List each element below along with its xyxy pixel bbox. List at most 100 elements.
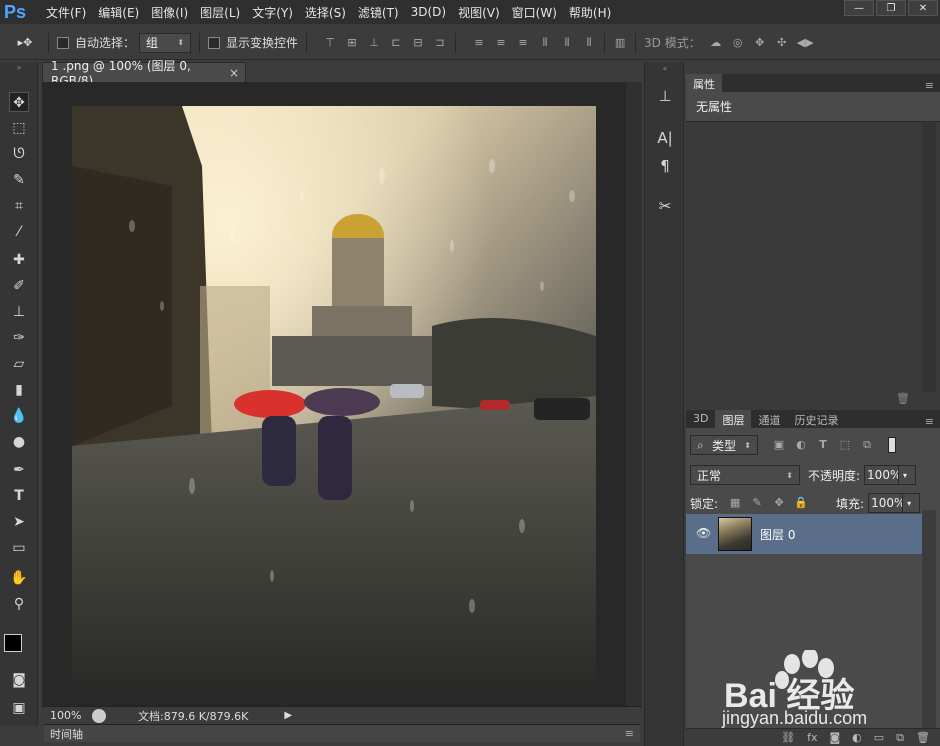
align-left-icon[interactable]: ⊏ — [389, 36, 403, 50]
close-document-icon[interactable]: × — [229, 66, 239, 80]
fill-input[interactable]: 100% — [868, 493, 905, 513]
panel-menu-icon[interactable]: ≡ — [625, 727, 634, 740]
menu-layer[interactable]: 图层(L) — [194, 4, 246, 21]
menu-filter[interactable]: 滤镜(T) — [352, 4, 405, 21]
quick-mask-icon[interactable]: ◙ — [9, 670, 29, 690]
marquee-tool-icon[interactable]: ⬚ — [9, 118, 29, 138]
paragraph-panel-icon[interactable]: ¶ — [655, 156, 675, 176]
filter-shape-icon[interactable]: ⬚ — [838, 438, 852, 452]
auto-align-icon[interactable]: ▥ — [613, 36, 627, 50]
minimize-button[interactable]: — — [844, 0, 874, 16]
panel-collapse-icon[interactable]: » — [9, 64, 29, 72]
tool-presets-icon[interactable]: ⊥ — [655, 86, 675, 106]
hand-tool-icon[interactable]: ✋ — [9, 568, 29, 588]
auto-select-dropdown[interactable]: 组 ⬍ — [139, 32, 192, 53]
new-layer-icon[interactable]: ⧉ — [896, 731, 904, 745]
3d-roll-icon[interactable]: ◎ — [731, 36, 745, 50]
crop-tool-icon[interactable]: ⌗ — [9, 196, 29, 216]
distribute-hcenter-icon[interactable]: ⦀ — [560, 36, 574, 50]
lasso-tool-icon[interactable]: ᘎ — [9, 144, 29, 164]
show-transform-checkbox[interactable] — [208, 36, 221, 49]
link-layers-icon[interactable]: ⛓ — [781, 731, 795, 744]
healing-brush-tool-icon[interactable]: ✚ — [9, 250, 29, 270]
move-tool-icon[interactable]: ✥ — [9, 92, 29, 112]
layer-name[interactable]: 图层 0 — [760, 526, 795, 543]
quick-select-tool-icon[interactable]: ✎ — [9, 170, 29, 190]
3d-slide-icon[interactable]: ✣ — [775, 36, 789, 50]
adjustment-layer-icon[interactable]: ◐ — [852, 731, 862, 744]
menu-file[interactable]: 文件(F) — [40, 4, 92, 21]
filter-type-icon[interactable]: T — [816, 438, 830, 452]
lock-position-icon[interactable]: ✥ — [772, 496, 786, 510]
tab-history[interactable]: 历史记录 — [787, 410, 845, 428]
menu-edit[interactable]: 编辑(E) — [92, 4, 145, 21]
rainy-street-photo[interactable] — [72, 106, 596, 680]
layer-filter-dropdown[interactable]: ⌕ 类型 ⬍ — [690, 435, 758, 455]
menu-select[interactable]: 选择(S) — [299, 4, 352, 21]
3d-scale-icon[interactable]: ◀▶ — [797, 36, 814, 50]
document-tab[interactable]: 1 .png @ 100% (图层 0, RGB/8) × — [42, 59, 246, 88]
fill-dropdown-button[interactable]: ▾ — [902, 493, 921, 513]
brush-tool-icon[interactable]: ✐ — [9, 276, 29, 296]
lock-transparent-icon[interactable]: ▦ — [728, 496, 742, 510]
zoom-level[interactable]: 100% — [42, 709, 88, 722]
layers-scrollbar[interactable] — [922, 510, 936, 728]
move-tool-preset-icon[interactable]: ▸✥ — [10, 36, 40, 50]
vertical-scrollbar[interactable] — [626, 82, 642, 706]
menu-window[interactable]: 窗口(W) — [506, 4, 563, 21]
type-tool-icon[interactable]: T — [9, 486, 29, 506]
menu-image[interactable]: 图像(I) — [145, 4, 194, 21]
gradient-tool-icon[interactable]: ▮ — [9, 380, 29, 400]
history-brush-tool-icon[interactable]: ✑ — [9, 328, 29, 348]
properties-scrollbar[interactable] — [922, 122, 936, 392]
blur-tool-icon[interactable]: 💧 — [9, 406, 29, 426]
maximize-button[interactable]: ❐ — [876, 0, 906, 16]
lock-all-icon[interactable]: 🔒 — [794, 496, 808, 510]
tab-channels[interactable]: 通道 — [751, 410, 787, 428]
align-right-icon[interactable]: ⊐ — [433, 36, 447, 50]
align-bottom-icon[interactable]: ⊥ — [367, 36, 381, 50]
fx-icon[interactable]: fx — [807, 731, 817, 744]
rectangle-tool-icon[interactable]: ▭ — [9, 538, 29, 558]
menu-view[interactable]: 视图(V) — [452, 4, 506, 21]
foreground-color-swatch[interactable] — [4, 634, 22, 652]
tools-panel-icon[interactable]: ✂ — [655, 196, 675, 216]
tab-3d[interactable]: 3D — [686, 410, 715, 428]
distribute-vcenter-icon[interactable]: ≡ — [494, 36, 508, 50]
3d-rotate-icon[interactable]: ☁ — [709, 36, 723, 50]
add-mask-icon[interactable]: ◙ — [829, 731, 840, 744]
eyedropper-tool-icon[interactable]: ⁄ — [9, 222, 29, 242]
lock-pixels-icon[interactable]: ✎ — [750, 496, 764, 510]
blend-mode-dropdown[interactable]: 正常 ⬍ — [690, 465, 800, 485]
delete-layer-icon[interactable]: 🗑 — [916, 731, 930, 744]
timeline-panel[interactable]: 时间轴 ≡ — [44, 724, 640, 742]
status-menu-icon[interactable] — [92, 708, 106, 723]
dodge-tool-icon[interactable]: ● — [9, 432, 29, 452]
menu-help[interactable]: 帮助(H) — [563, 4, 617, 21]
filter-adjustment-icon[interactable]: ◐ — [794, 438, 808, 452]
properties-trash-icon[interactable]: 🗑 — [896, 392, 910, 405]
properties-menu-icon[interactable]: ≡ — [925, 79, 934, 92]
filter-toggle[interactable] — [888, 437, 896, 453]
close-button[interactable]: ✕ — [908, 0, 938, 16]
distribute-right-icon[interactable]: ⦀ — [582, 36, 596, 50]
eraser-tool-icon[interactable]: ▱ — [9, 354, 29, 374]
align-hcenter-icon[interactable]: ⊟ — [411, 36, 425, 50]
align-vcenter-icon[interactable]: ⊞ — [345, 36, 359, 50]
distribute-bottom-icon[interactable]: ≡ — [516, 36, 530, 50]
filter-pixel-icon[interactable]: ▣ — [772, 438, 786, 452]
layers-menu-icon[interactable]: ≡ — [925, 415, 934, 428]
filter-smart-object-icon[interactable]: ⧉ — [860, 438, 874, 452]
status-expand-icon[interactable]: ▶ — [284, 710, 292, 721]
distribute-top-icon[interactable]: ≡ — [472, 36, 486, 50]
pen-tool-icon[interactable]: ✒ — [9, 460, 29, 480]
menu-type[interactable]: 文字(Y) — [246, 4, 299, 21]
new-group-icon[interactable]: ▭ — [874, 731, 884, 744]
opacity-input[interactable]: 100% — [864, 465, 901, 485]
3d-pan-icon[interactable]: ✥ — [753, 36, 767, 50]
opacity-dropdown-button[interactable]: ▾ — [898, 465, 917, 485]
tab-layers[interactable]: 图层 — [715, 410, 752, 428]
screen-mode-icon[interactable]: ▣ — [9, 698, 29, 718]
distribute-left-icon[interactable]: ⦀ — [538, 36, 552, 50]
tab-properties[interactable]: 属性 — [686, 74, 722, 92]
